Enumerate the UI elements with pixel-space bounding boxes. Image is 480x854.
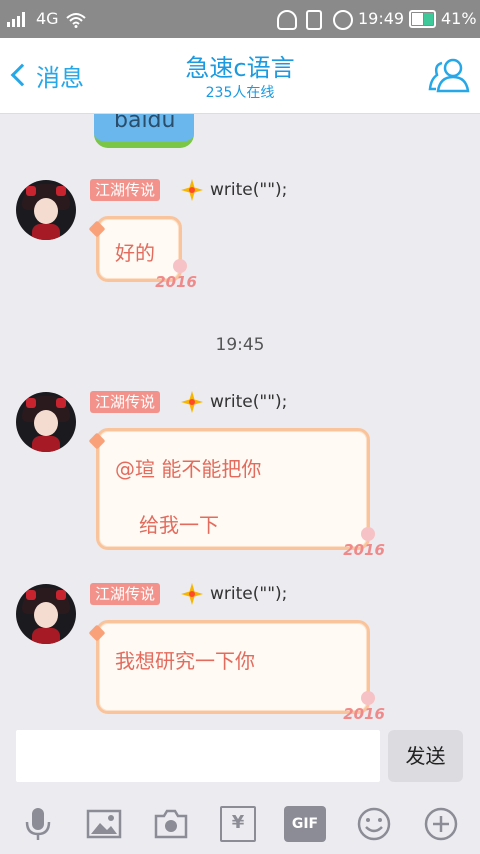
- alarm-icon: [333, 10, 353, 30]
- bubble-decoration: 2016: [343, 527, 385, 559]
- battery-percent: 41%: [441, 9, 477, 28]
- message-text: 好的: [115, 241, 155, 265]
- status-bar: 4G 19:49 41%: [0, 0, 480, 38]
- avatar[interactable]: [16, 584, 76, 644]
- gif-icon[interactable]: GIF: [284, 806, 326, 842]
- time-divider: 19:45: [215, 335, 265, 355]
- headset-icon: [277, 10, 297, 30]
- message-input[interactable]: [16, 730, 380, 782]
- star-icon: [181, 391, 203, 413]
- message-bubble[interactable]: @瑄 能不能把你 给我一下 2016: [96, 428, 385, 559]
- member-title-badge: 江湖传说: [90, 391, 161, 413]
- signal-icon: [7, 11, 29, 27]
- sticker-image[interactable]: baidu: [94, 114, 194, 148]
- star-icon: [181, 179, 203, 201]
- group-title: 急速c语言: [185, 54, 295, 82]
- vibrate-icon: [306, 10, 322, 30]
- sender-nickname: write("");: [210, 392, 288, 412]
- wifi-icon: [66, 13, 86, 28]
- message-text: 我想研究一下你: [115, 649, 255, 673]
- message-text: 给我一下: [139, 513, 219, 537]
- message-bubble[interactable]: 我想研究一下你 2016: [96, 620, 385, 723]
- avatar[interactable]: [16, 392, 76, 452]
- sender-nickname: write("");: [210, 180, 288, 200]
- group-members-icon[interactable]: [428, 57, 472, 93]
- sticker-text: baidu: [114, 114, 176, 133]
- red-packet-icon[interactable]: ¥: [220, 806, 256, 842]
- online-count: 235人在线: [205, 85, 275, 101]
- emoji-icon[interactable]: [356, 806, 392, 842]
- composer-bar: 发送: [0, 720, 480, 792]
- avatar[interactable]: [16, 180, 76, 240]
- member-title-badge: 江湖传说: [90, 179, 161, 201]
- chat-header: 消息 急速c语言 235人在线: [0, 38, 480, 114]
- message-text: @瑄 能不能把你: [115, 457, 262, 481]
- network-type: 4G: [36, 9, 59, 28]
- input-toolbar: ¥ GIF: [0, 792, 480, 854]
- plus-icon[interactable]: [423, 806, 459, 842]
- battery-icon: [409, 10, 436, 28]
- sender-nickname: write("");: [210, 584, 288, 604]
- star-icon: [181, 583, 203, 605]
- microphone-icon[interactable]: [20, 806, 56, 842]
- bubble-decoration: 2016: [155, 259, 197, 291]
- member-title-badge: 江湖传说: [90, 583, 161, 605]
- image-icon[interactable]: [86, 806, 122, 842]
- camera-icon[interactable]: [153, 806, 189, 842]
- clock-time: 19:49: [358, 9, 405, 28]
- message-bubble[interactable]: 好的 2016: [96, 216, 197, 291]
- send-button[interactable]: 发送: [388, 730, 463, 782]
